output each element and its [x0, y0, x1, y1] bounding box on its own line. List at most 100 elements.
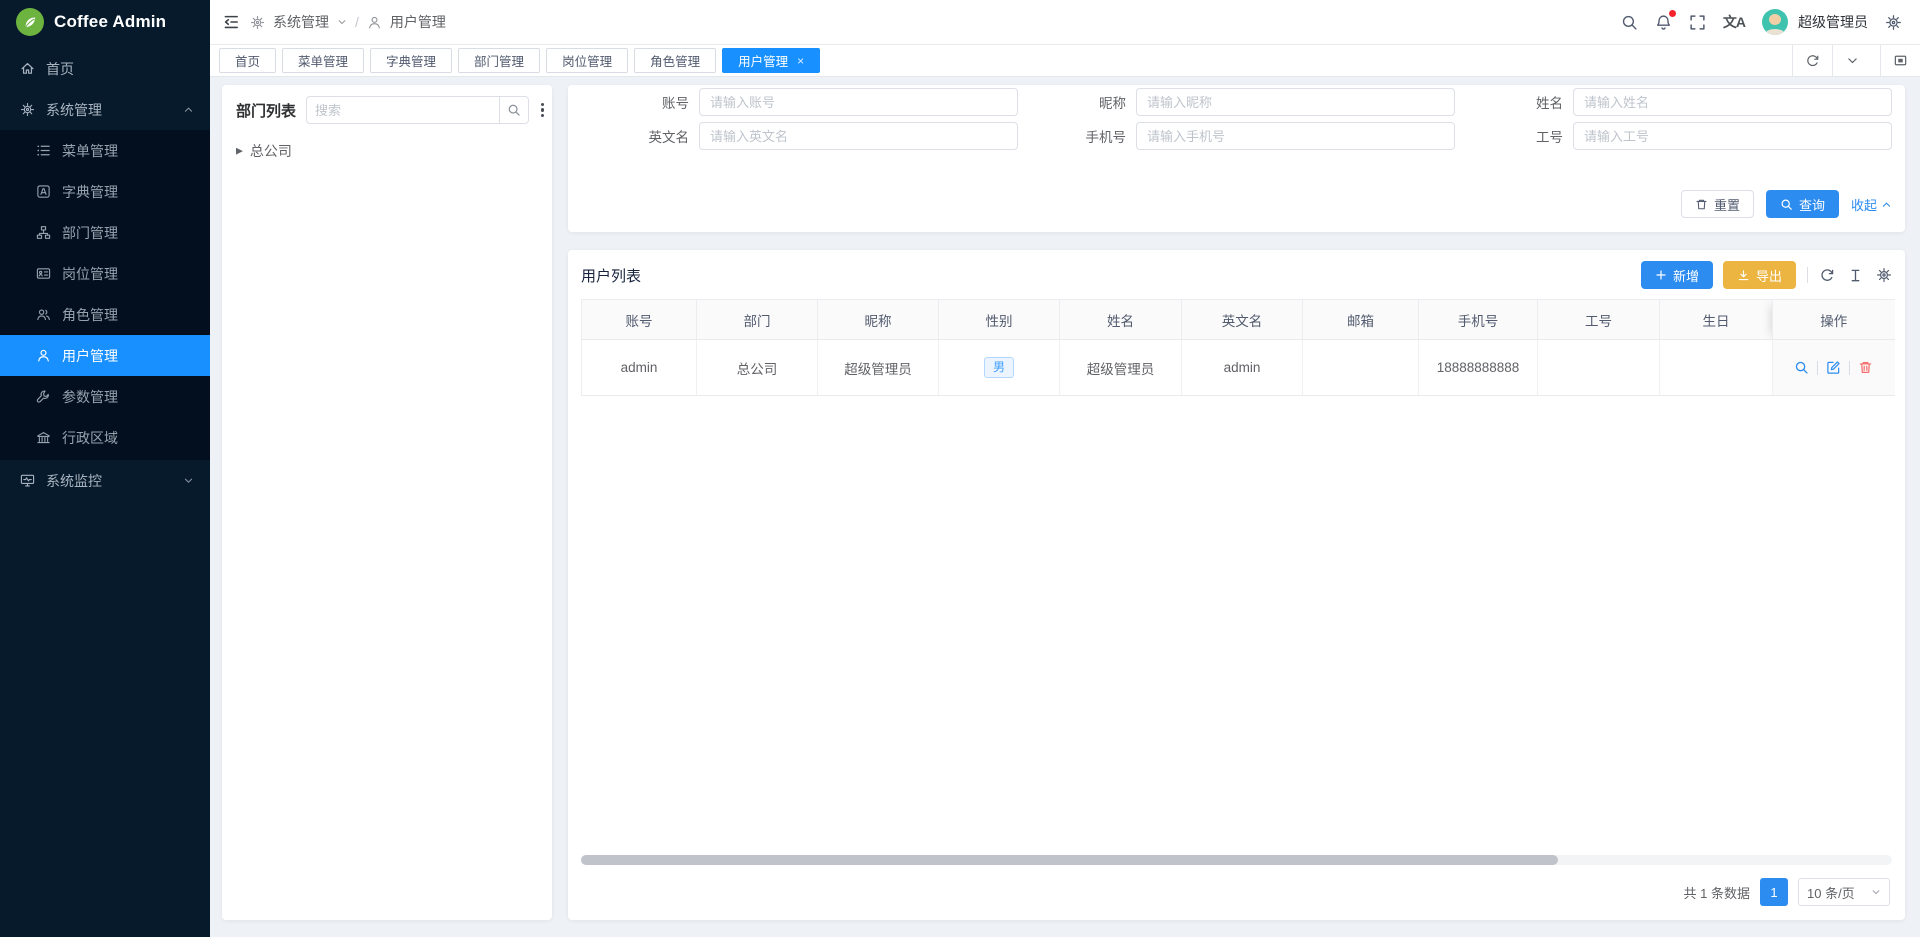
tab-close-icon[interactable]: × [797, 55, 804, 67]
user-list-toolbar: 用户列表 新增 导出 [581, 256, 1892, 294]
add-user-button[interactable]: 新增 [1641, 261, 1713, 289]
sidebar-item-label: 字典管理 [62, 182, 118, 202]
sidebar-item-label: 首页 [46, 59, 74, 79]
sidebar-item-user-mgmt[interactable]: 用户管理 [0, 335, 210, 376]
maximize-icon[interactable] [1880, 45, 1920, 77]
cell-account: admin [582, 340, 697, 396]
tab-dict-mgmt[interactable]: 字典管理 [370, 48, 452, 73]
page-button-1[interactable]: 1 [1760, 878, 1788, 906]
department-panel-header: 部门列表 [230, 94, 544, 132]
gender-tag: 男 [984, 357, 1014, 379]
filter-grid: 账号 昵称 姓名 英文名 [581, 88, 1892, 150]
chevron-down-icon[interactable] [1832, 45, 1872, 77]
horizontal-scrollbar-track[interactable] [581, 855, 1892, 865]
field-label: 姓名 [1455, 92, 1563, 112]
col-email: 邮箱 [1303, 300, 1419, 340]
notification-bell-icon[interactable] [1655, 14, 1672, 31]
department-panel-title: 部门列表 [236, 100, 296, 121]
export-button[interactable]: 导出 [1723, 261, 1796, 289]
col-account: 账号 [582, 300, 697, 340]
en-name-input[interactable] [699, 122, 1018, 150]
column-settings-gear-icon[interactable] [1876, 267, 1892, 283]
collapse-link[interactable]: 收起 [1851, 195, 1892, 214]
tab-role-mgmt[interactable]: 角色管理 [634, 48, 716, 73]
app-logo[interactable]: Coffee Admin [0, 2, 210, 42]
department-search-button[interactable] [499, 96, 529, 124]
account-input[interactable] [699, 88, 1018, 116]
app-root: Coffee Admin 首页 系统管理 菜单管理 字典管理 [0, 0, 1920, 937]
gear-icon [20, 102, 35, 117]
filter-field-nickname: 昵称 [1018, 88, 1455, 116]
action-divider [1817, 361, 1818, 375]
user-avatar[interactable] [1762, 9, 1788, 35]
name-input[interactable] [1573, 88, 1892, 116]
tab-post-mgmt[interactable]: 岗位管理 [546, 48, 628, 73]
tree-node-label[interactable]: 总公司 [250, 141, 292, 161]
view-row-icon[interactable] [1794, 360, 1809, 375]
cell-name: 超级管理员 [1060, 340, 1182, 396]
job-no-input[interactable] [1573, 122, 1892, 150]
search-icon [1780, 198, 1793, 211]
nickname-input[interactable] [1136, 88, 1455, 116]
col-job-no: 工号 [1538, 300, 1660, 340]
home-icon [20, 61, 35, 76]
cell-job-no [1538, 340, 1660, 396]
sidebar-item-post-mgmt[interactable]: 岗位管理 [0, 253, 210, 294]
delete-row-icon[interactable] [1858, 360, 1873, 375]
chevron-up-icon [1881, 199, 1892, 210]
breadcrumb-level1[interactable]: 系统管理 [273, 12, 329, 32]
refresh-icon[interactable] [1819, 267, 1835, 283]
tree-node-company[interactable]: ▶ 总公司 [234, 138, 540, 164]
phone-input[interactable] [1136, 122, 1455, 150]
chevron-down-icon[interactable] [337, 17, 347, 27]
edit-row-icon[interactable] [1826, 360, 1841, 375]
sidebar-item-system[interactable]: 系统管理 [0, 89, 210, 130]
sidebar-item-region[interactable]: 行政区域 [0, 417, 210, 458]
breadcrumb-separator: / [355, 14, 359, 30]
settings-gear-icon[interactable] [1885, 14, 1902, 31]
monitor-icon [20, 473, 35, 488]
tab-dept-mgmt[interactable]: 部门管理 [458, 48, 540, 73]
caret-right-icon[interactable]: ▶ [236, 145, 243, 156]
menu-fold-icon[interactable] [222, 13, 240, 31]
refresh-icon[interactable] [1792, 45, 1832, 77]
row-height-icon[interactable] [1848, 268, 1863, 283]
breadcrumb-level2[interactable]: 用户管理 [390, 12, 446, 32]
kebab-menu-icon[interactable] [539, 101, 546, 120]
sidebar-item-param-mgmt[interactable]: 参数管理 [0, 376, 210, 417]
translate-icon[interactable]: 文A [1723, 12, 1745, 32]
table-header-row: 账号 部门 昵称 性别 姓名 英文名 邮箱 手机号 工号 生日 操作 [582, 300, 1895, 340]
sidebar-item-dict-mgmt[interactable]: 字典管理 [0, 171, 210, 212]
filter-field-phone: 手机号 [1018, 122, 1455, 150]
sidebar-item-menu-mgmt[interactable]: 菜单管理 [0, 130, 210, 171]
department-panel: 部门列表 ▶ 总公司 [222, 85, 552, 920]
col-gender: 性别 [939, 300, 1060, 340]
sidebar-item-home[interactable]: 首页 [0, 48, 210, 89]
search-button[interactable]: 查询 [1766, 190, 1839, 218]
department-tree: ▶ 总公司 [230, 132, 544, 170]
username[interactable]: 超级管理员 [1798, 12, 1868, 32]
cell-nickname: 超级管理员 [818, 340, 939, 396]
page-size-select[interactable]: 10 条/页 [1798, 878, 1890, 906]
user-list-panel: 用户列表 新增 导出 [568, 250, 1905, 920]
sidebar-item-dept-mgmt[interactable]: 部门管理 [0, 212, 210, 253]
search-icon[interactable] [1621, 14, 1638, 31]
tab-user-mgmt[interactable]: 用户管理 × [722, 48, 820, 73]
tab-home[interactable]: 首页 [219, 48, 276, 73]
fullscreen-icon[interactable] [1689, 14, 1706, 31]
reset-button[interactable]: 重置 [1681, 190, 1754, 218]
department-search-input[interactable] [306, 96, 499, 124]
sidebar-item-role-mgmt[interactable]: 角色管理 [0, 294, 210, 335]
col-dept: 部门 [697, 300, 818, 340]
sidebar-item-label: 角色管理 [62, 305, 118, 325]
horizontal-scrollbar-thumb[interactable] [581, 855, 1558, 865]
id-card-icon [36, 266, 51, 281]
plus-icon [1655, 269, 1667, 281]
sidebar-item-monitor[interactable]: 系统监控 [0, 460, 210, 501]
dictionary-icon [36, 184, 51, 199]
right-column: 账号 昵称 姓名 英文名 [568, 85, 1905, 920]
pagination: 共 1 条数据 1 10 条/页 [581, 865, 1892, 912]
tab-menu-mgmt[interactable]: 菜单管理 [282, 48, 364, 73]
chevron-down-icon [183, 475, 194, 486]
department-search [306, 96, 529, 124]
